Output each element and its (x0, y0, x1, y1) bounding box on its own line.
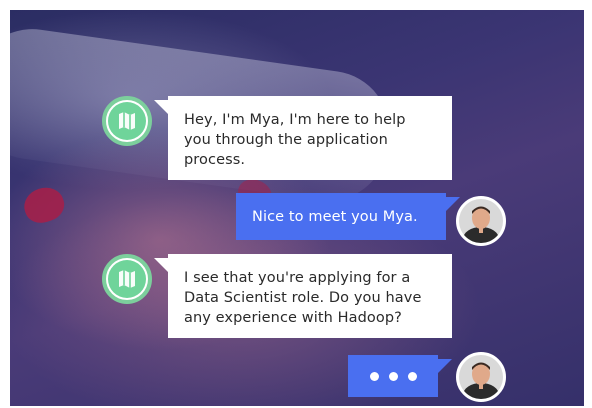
bot-avatar (102, 96, 152, 146)
user-photo-icon (459, 199, 503, 243)
mya-logo-icon (108, 102, 146, 140)
user-message-bubble: Nice to meet you Mya. (236, 193, 446, 240)
bot-avatar (102, 254, 152, 304)
typing-dot (388, 371, 398, 381)
typing-dot (407, 371, 417, 381)
message-text: Hey, I'm Mya, I'm here to help you throu… (184, 112, 406, 168)
user-avatar (456, 352, 506, 402)
mya-logo-icon (108, 260, 146, 298)
message-text: Nice to meet you Mya. (252, 208, 418, 225)
bubble-tail (154, 100, 168, 114)
typing-indicator-bubble (348, 355, 438, 397)
bubble-tail (438, 359, 452, 373)
chat-stage: Hey, I'm Mya, I'm here to help you throu… (10, 10, 584, 406)
user-photo-icon (459, 355, 503, 399)
bot-message-bubble: Hey, I'm Mya, I'm here to help you throu… (168, 96, 452, 180)
bubble-tail (154, 258, 168, 272)
typing-dot (369, 371, 379, 381)
user-avatar (456, 196, 506, 246)
typing-dots (364, 371, 422, 381)
bot-message-bubble: I see that you're applying for a Data Sc… (168, 254, 452, 338)
background-fingernail (19, 182, 69, 228)
message-text: I see that you're applying for a Data Sc… (184, 270, 422, 326)
